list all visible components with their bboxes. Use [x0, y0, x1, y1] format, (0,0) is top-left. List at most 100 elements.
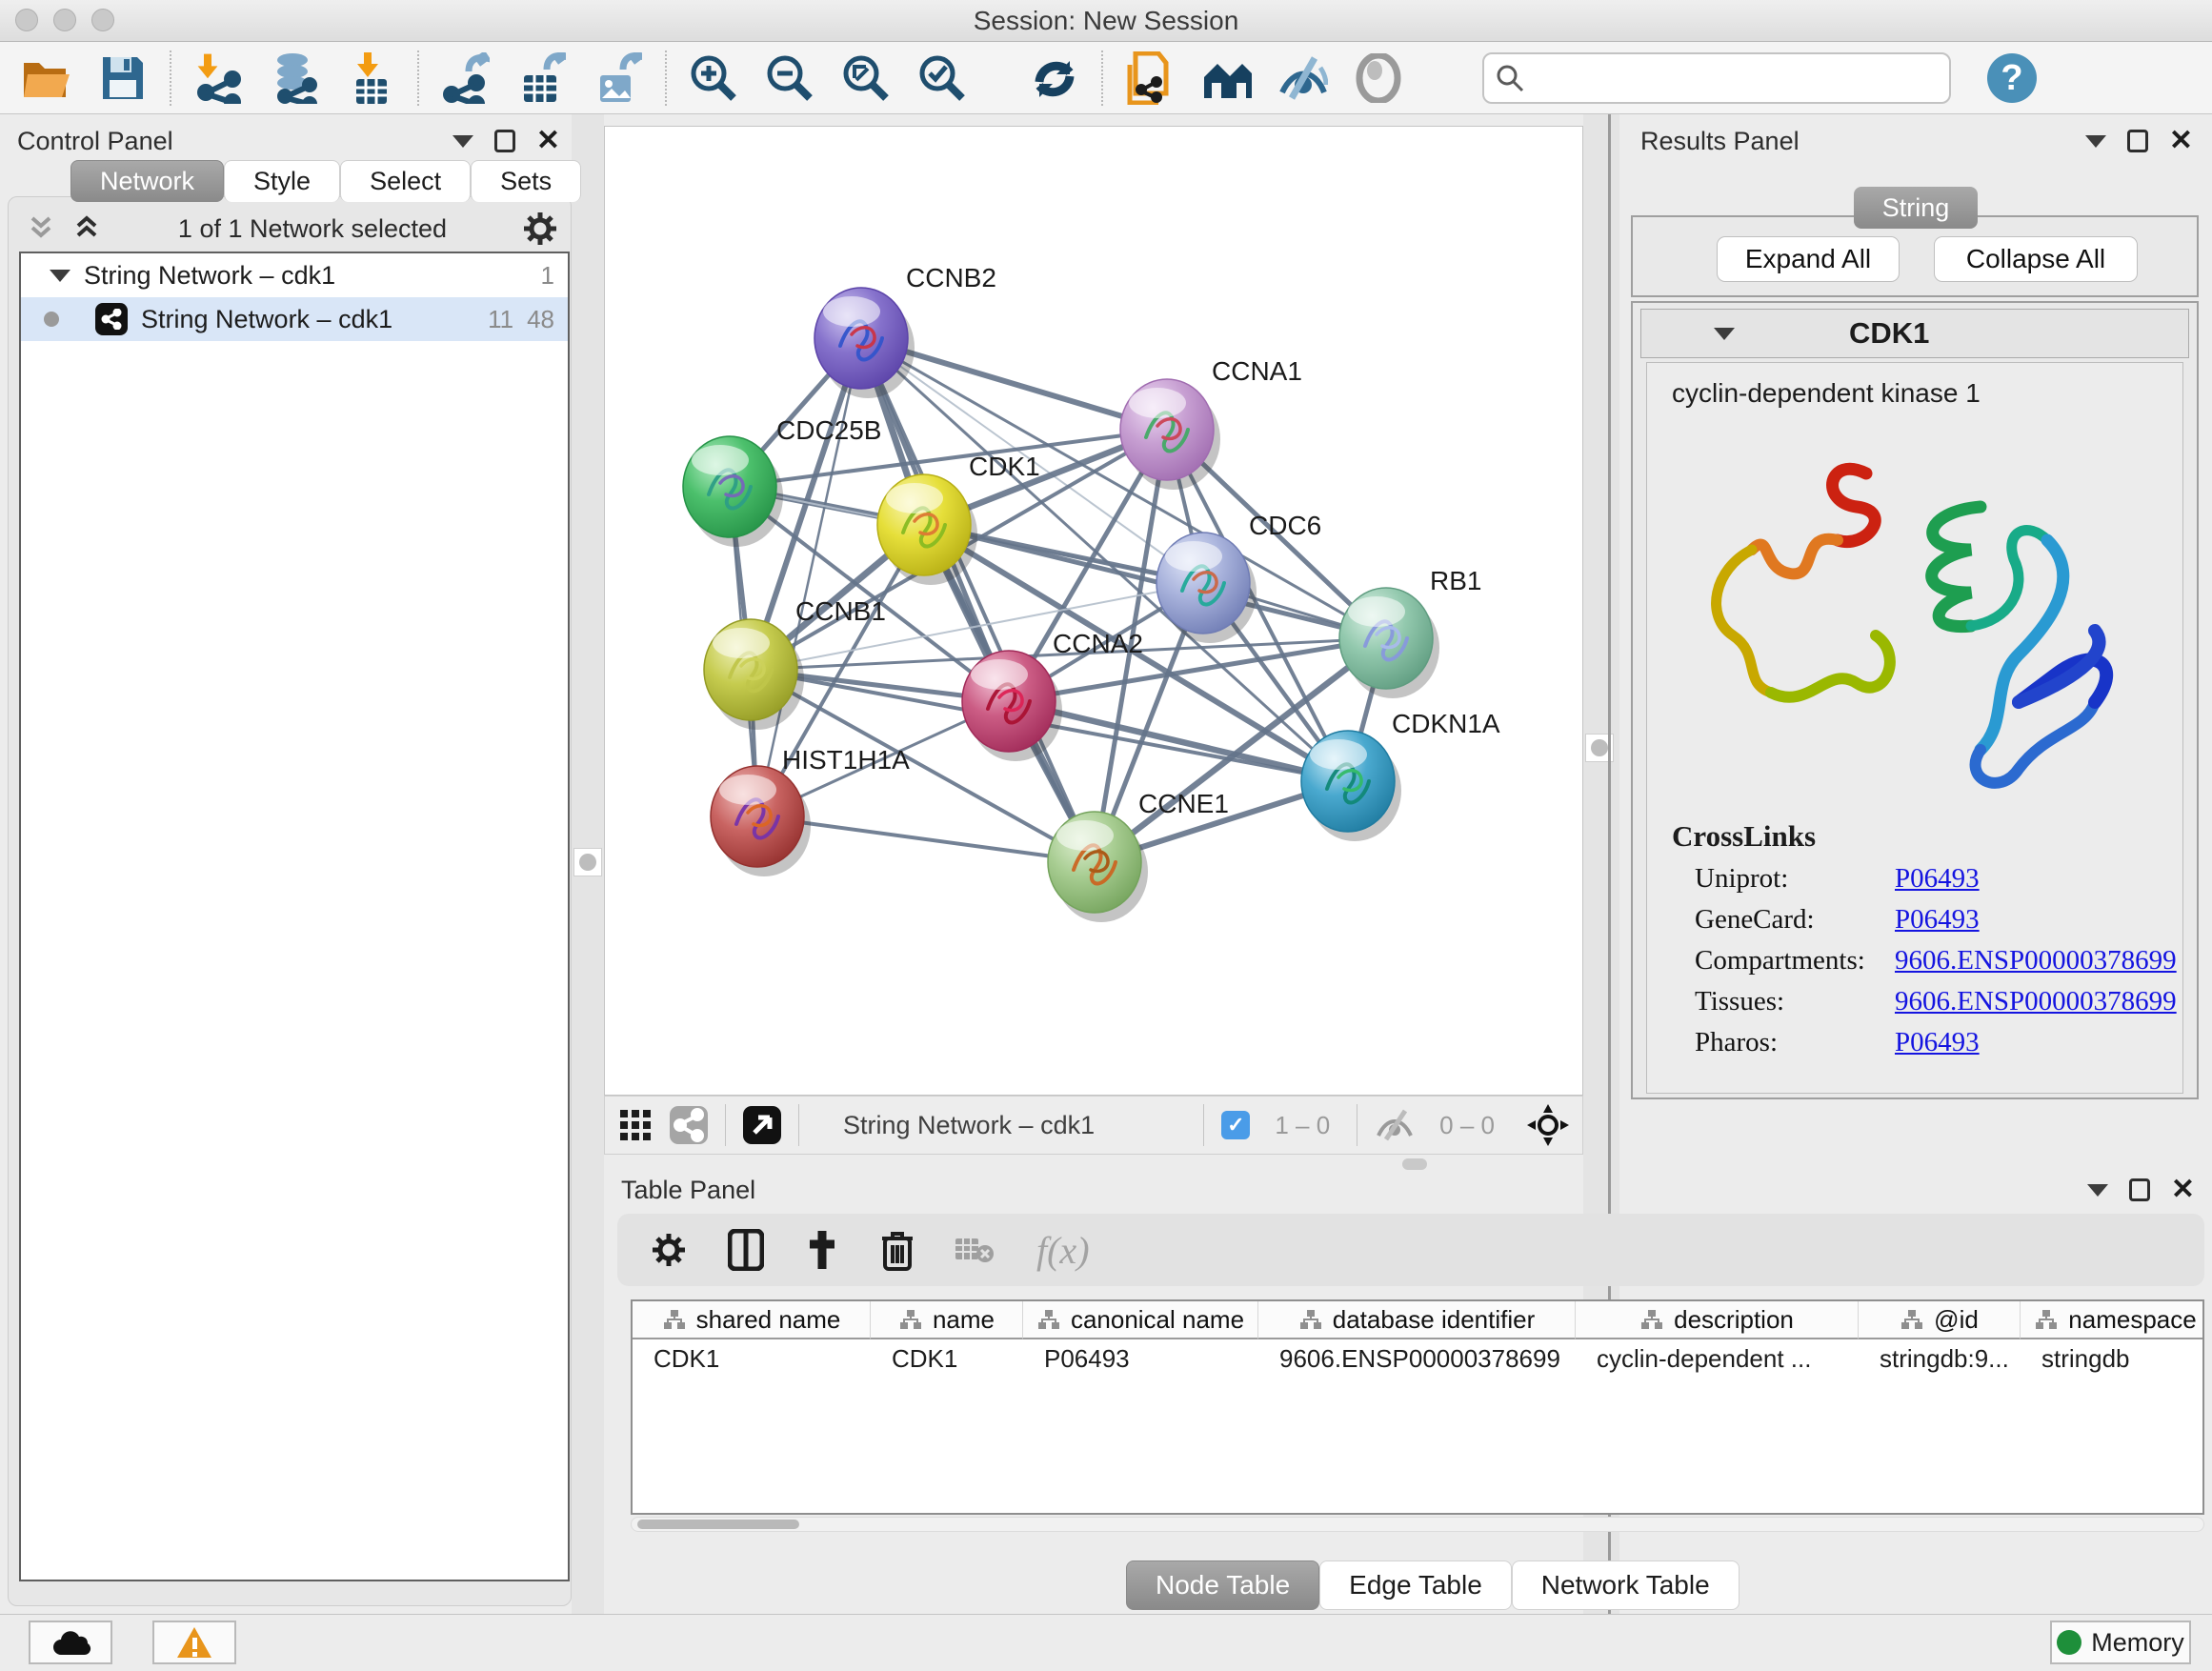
column-header-shared-name[interactable]: shared name — [633, 1301, 871, 1339]
hidden-eye-icon[interactable] — [1375, 1109, 1415, 1141]
table-cell[interactable]: CDK1 — [871, 1339, 1023, 1378]
birds-eye-toggle-icon[interactable] — [743, 1106, 781, 1144]
table-horizontal-scrollbar[interactable] — [631, 1517, 2204, 1532]
network-canvas[interactable]: CCNB2CCNA1CDC25BCDK1CDC6RB1CCNB1CCNA2CDK… — [604, 126, 1583, 1096]
control-panel-close-icon[interactable]: ✕ — [536, 127, 560, 155]
table-row[interactable]: CDK1CDK1P064939606.ENSP00000378699cyclin… — [633, 1339, 2202, 1378]
bottom-splitter-handle[interactable] — [1402, 1158, 1427, 1170]
left-splitter[interactable] — [572, 114, 604, 1614]
search-input[interactable] — [1532, 63, 1932, 92]
minimize-window-button[interactable] — [53, 9, 76, 31]
export-table-icon[interactable] — [516, 52, 568, 104]
window-controls[interactable] — [15, 9, 114, 31]
gene-collapse-icon[interactable] — [1714, 328, 1735, 340]
collapse-all-chevron-icon[interactable] — [25, 212, 57, 245]
import-network-database-icon[interactable] — [269, 52, 320, 104]
clone-network-icon[interactable] — [1124, 52, 1176, 104]
table-cell[interactable]: 9606.ENSP00000378699 — [1258, 1339, 1576, 1378]
fit-selected-crosshair-icon[interactable] — [1527, 1104, 1569, 1146]
import-table-icon[interactable] — [345, 52, 396, 104]
column-header-name[interactable]: name — [871, 1301, 1023, 1339]
table-cell[interactable]: stringdb:9... — [1859, 1339, 2021, 1378]
grid-view-icon[interactable] — [618, 1108, 653, 1142]
left-splitter-handle[interactable] — [573, 848, 602, 876]
column-header-description[interactable]: description — [1576, 1301, 1859, 1339]
save-session-icon[interactable] — [97, 52, 149, 104]
node-RB1[interactable]: RB1 — [1339, 566, 1481, 698]
node-CDC6[interactable]: CDC6 — [1156, 511, 1321, 643]
results-scroll-area[interactable]: CDK1 cyclin-dependent kinase 1 CrossLink… — [1631, 301, 2199, 1099]
node-CCNE1[interactable]: CCNE1 — [1048, 789, 1229, 922]
tab-select[interactable]: Select — [340, 160, 471, 202]
show-all-eye-icon[interactable] — [1353, 52, 1404, 104]
gene-section-header[interactable]: CDK1 — [1640, 309, 2189, 358]
zoom-window-button[interactable] — [91, 9, 114, 31]
export-network-icon[interactable] — [440, 52, 492, 104]
tab-string[interactable]: String — [1854, 187, 1978, 229]
collapse-all-button[interactable]: Collapse All — [1934, 236, 2138, 282]
network-share-view-icon[interactable] — [670, 1106, 708, 1144]
toolbar-search[interactable] — [1482, 52, 1951, 104]
warnings-button[interactable] — [152, 1621, 236, 1664]
selected-nodes-checkbox[interactable]: ✓ — [1221, 1111, 1250, 1139]
results-panel-collapse-icon[interactable] — [2085, 135, 2106, 148]
scrollbar-thumb[interactable] — [637, 1520, 799, 1529]
edge-CDK1-RB1[interactable] — [924, 525, 1386, 638]
node-CDKN1A[interactable]: CDKN1A — [1301, 709, 1500, 841]
zoom-fit-icon[interactable] — [840, 52, 892, 104]
table-cell[interactable]: stringdb — [2021, 1339, 2204, 1378]
table-cell[interactable]: CDK1 — [633, 1339, 871, 1378]
hide-selected-eye-icon[interactable] — [1277, 52, 1328, 104]
edge-CCNB2-CCNE1[interactable] — [861, 338, 1095, 862]
help-icon[interactable]: ? — [1985, 52, 2037, 104]
tab-edge-table[interactable]: Edge Table — [1319, 1560, 1512, 1610]
birds-eye-home-icon[interactable] — [1200, 52, 1252, 104]
import-network-file-icon[interactable] — [192, 52, 244, 104]
control-panel-collapse-icon[interactable] — [452, 135, 473, 148]
results-panel-float-icon[interactable] — [2127, 130, 2148, 152]
zoom-selected-icon[interactable] — [916, 52, 968, 104]
gear-icon[interactable] — [522, 211, 558, 247]
table-panel-float-icon[interactable] — [2129, 1178, 2150, 1201]
crosslink-compartments-link[interactable]: 9606.ENSP00000378699 — [1895, 945, 2177, 976]
tree-expand-icon[interactable] — [50, 270, 70, 282]
refresh-icon[interactable] — [1029, 52, 1080, 104]
export-image-icon[interactable] — [593, 52, 644, 104]
table-panel-collapse-icon[interactable] — [2087, 1184, 2108, 1197]
crosslink-uniprot-link[interactable]: P06493 — [1895, 863, 1980, 895]
table-cell[interactable]: P06493 — [1023, 1339, 1258, 1378]
delete-column-trash-icon[interactable] — [880, 1229, 915, 1271]
network-row-selected[interactable]: String Network – cdk1 11 48 — [21, 297, 568, 341]
add-column-icon[interactable] — [804, 1229, 840, 1271]
tab-network-table[interactable]: Network Table — [1512, 1560, 1739, 1610]
tab-node-table[interactable]: Node Table — [1126, 1560, 1319, 1610]
close-window-button[interactable] — [15, 9, 38, 31]
expand-all-button[interactable]: Expand All — [1717, 236, 1900, 282]
tab-style[interactable]: Style — [224, 160, 340, 202]
tab-sets[interactable]: Sets — [471, 160, 581, 202]
open-session-icon[interactable] — [21, 52, 72, 104]
zoom-in-icon[interactable] — [688, 52, 739, 104]
tab-network[interactable]: Network — [70, 160, 224, 202]
crosslink-pharos-link[interactable]: P06493 — [1895, 1027, 1980, 1058]
column-header-@id[interactable]: @id — [1859, 1301, 2021, 1339]
crosslink-genecard-link[interactable]: P06493 — [1895, 904, 1980, 936]
zoom-out-icon[interactable] — [764, 52, 815, 104]
cloud-button[interactable] — [29, 1621, 112, 1664]
expand-all-chevron-icon[interactable] — [70, 212, 103, 245]
column-header-database-identifier[interactable]: database identifier — [1258, 1301, 1576, 1339]
function-builder-icon[interactable]: f(x) — [1036, 1228, 1090, 1273]
column-header-canonical-name[interactable]: canonical name — [1023, 1301, 1258, 1339]
delete-table-icon[interactable] — [955, 1234, 996, 1266]
results-panel-close-icon[interactable]: ✕ — [2169, 127, 2193, 155]
crosslink-tissues-link[interactable]: 9606.ENSP00000378699 — [1895, 986, 2177, 1017]
network-collection-row[interactable]: String Network – cdk1 1 — [21, 253, 568, 297]
show-columns-icon[interactable] — [728, 1229, 764, 1271]
table-settings-gear-icon[interactable] — [650, 1231, 688, 1269]
table-cell[interactable]: cyclin-dependent ... — [1576, 1339, 1859, 1378]
node-table[interactable]: shared namenamecanonical namedatabase id… — [631, 1299, 2204, 1515]
memory-button[interactable]: Memory — [2050, 1621, 2191, 1664]
table-panel-close-icon[interactable]: ✕ — [2171, 1176, 2195, 1204]
node-HIST1H1A[interactable]: HIST1H1A — [711, 745, 910, 876]
column-header-namespace[interactable]: namespace — [2021, 1301, 2204, 1339]
